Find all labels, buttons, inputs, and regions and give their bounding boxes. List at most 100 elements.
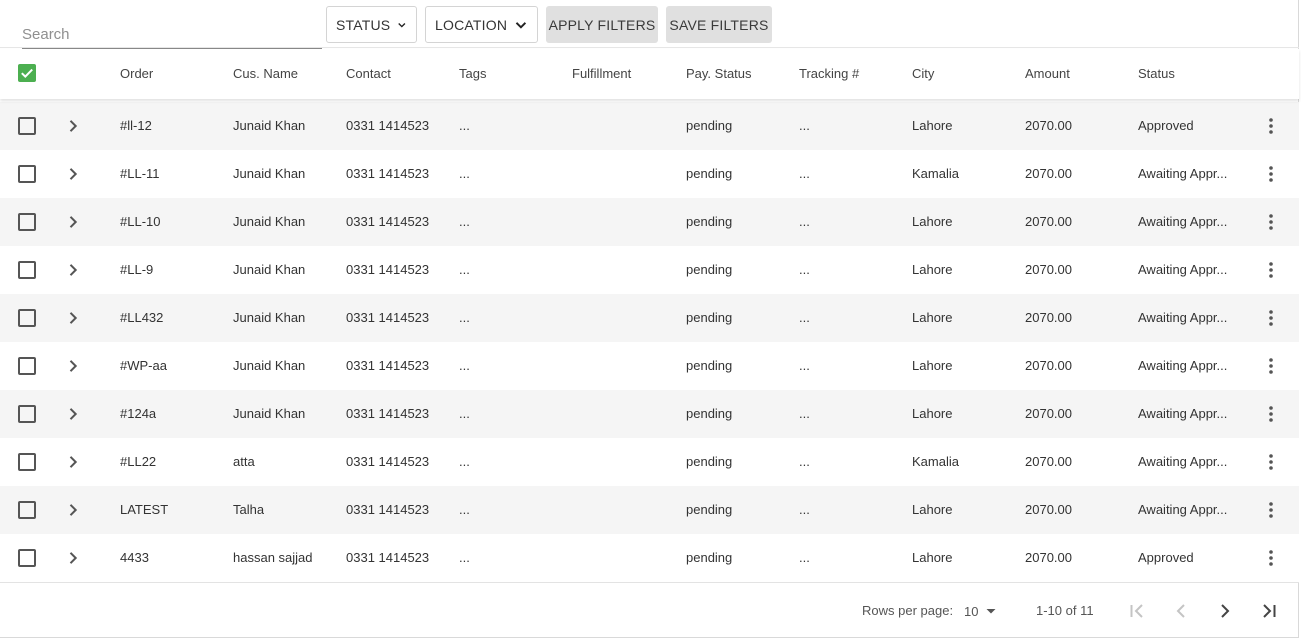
chevron-down-icon (515, 21, 527, 29)
customer-name: hassan sajjad (233, 550, 313, 565)
order-id[interactable]: #WP-aa (120, 342, 167, 390)
order-status: Awaiting Appr... (1138, 358, 1228, 373)
more-vert-icon[interactable] (1261, 308, 1281, 328)
status-filter-button[interactable]: STATUS (326, 6, 417, 43)
contact: 0331 1414523 (346, 310, 430, 325)
order-id[interactable]: #LL-10 (120, 198, 160, 246)
more-vert-icon[interactable] (1261, 116, 1281, 136)
contact: 0331 1414523 (346, 118, 430, 133)
more-vert-icon[interactable] (1261, 548, 1281, 568)
order-id[interactable]: #LL-9 (120, 246, 153, 294)
table-row[interactable]: #LL432 Junaid Khan 0331 1414523 ... pend… (0, 294, 1299, 342)
save-filters-button[interactable]: SAVE FILTERS (666, 6, 772, 43)
column-header-fulfillment[interactable]: Fulfillment (572, 49, 631, 99)
tags: ... (459, 406, 470, 421)
table-row[interactable]: #LL-10 Junaid Khan 0331 1414523 ... pend… (0, 198, 1299, 246)
more-vert-icon[interactable] (1261, 500, 1281, 520)
order-id[interactable]: #ll-12 (120, 102, 152, 150)
column-header-customer-name[interactable]: Cus. Name (233, 49, 298, 99)
apply-filters-button[interactable]: APPLY FILTERS (546, 6, 658, 43)
order-id[interactable]: #LL22 (120, 438, 156, 486)
column-header-city[interactable]: City (912, 49, 934, 99)
table-row[interactable]: LATEST Talha 0331 1414523 ... pending ..… (0, 486, 1299, 534)
tracking-number: ... (799, 550, 810, 565)
tracking-number: ... (799, 118, 810, 133)
more-vert-icon[interactable] (1261, 164, 1281, 184)
first-page-icon[interactable] (1127, 601, 1147, 621)
row-checkbox[interactable] (18, 309, 36, 327)
more-vert-icon[interactable] (1261, 452, 1281, 472)
chevron-right-icon[interactable] (65, 310, 81, 326)
row-checkbox[interactable] (18, 549, 36, 567)
column-header-payment-status[interactable]: Pay. Status (686, 49, 752, 99)
order-id[interactable]: 4433 (120, 534, 149, 582)
customer-name: Junaid Khan (233, 310, 306, 325)
chevron-right-icon[interactable] (65, 214, 81, 230)
location-filter-button[interactable]: LOCATION (425, 6, 538, 43)
tags: ... (459, 454, 470, 469)
pagination-range: 1-10 of 11 (1036, 603, 1094, 618)
tags: ... (459, 214, 470, 229)
table-row[interactable]: #WP-aa Junaid Khan 0331 1414523 ... pend… (0, 342, 1299, 390)
chevron-right-icon[interactable] (65, 358, 81, 374)
payment-status: pending (686, 166, 733, 181)
chevron-right-icon[interactable] (1215, 601, 1235, 621)
city: Lahore (912, 358, 953, 373)
customer-name: Junaid Khan (233, 214, 306, 229)
amount: 2070.00 (1025, 310, 1072, 325)
rows-per-page-select[interactable]: 10 (964, 601, 1000, 621)
table-row[interactable]: #LL-9 Junaid Khan 0331 1414523 ... pendi… (0, 246, 1299, 294)
chevron-right-icon[interactable] (65, 454, 81, 470)
row-checkbox[interactable] (18, 357, 36, 375)
row-checkbox[interactable] (18, 117, 36, 135)
tags: ... (459, 358, 470, 373)
table-row[interactable]: #LL22 atta 0331 1414523 ... pending ... … (0, 438, 1299, 486)
column-header-contact[interactable]: Contact (346, 49, 391, 99)
chevron-right-icon[interactable] (65, 118, 81, 134)
search-input[interactable] (22, 12, 322, 48)
payment-status: pending (686, 550, 733, 565)
chevron-right-icon[interactable] (65, 406, 81, 422)
row-checkbox[interactable] (18, 213, 36, 231)
more-vert-icon[interactable] (1261, 260, 1281, 280)
order-id[interactable]: LATEST (120, 486, 168, 534)
last-page-icon[interactable] (1259, 601, 1279, 621)
order-id[interactable]: #LL-11 (120, 150, 160, 198)
table-row[interactable]: #124a Junaid Khan 0331 1414523 ... pendi… (0, 390, 1299, 438)
table-row[interactable]: #LL-11 Junaid Khan 0331 1414523 ... pend… (0, 150, 1299, 198)
more-vert-icon[interactable] (1261, 212, 1281, 232)
contact: 0331 1414523 (346, 358, 430, 373)
city: Lahore (912, 262, 953, 277)
checkbox-checked-icon (21, 68, 33, 79)
amount: 2070.00 (1025, 406, 1072, 421)
column-header-order[interactable]: Order (120, 49, 153, 99)
city: Lahore (912, 550, 953, 565)
column-header-tracking[interactable]: Tracking # (799, 49, 859, 99)
chevron-right-icon[interactable] (65, 550, 81, 566)
amount: 2070.00 (1025, 118, 1072, 133)
chevron-right-icon[interactable] (65, 262, 81, 278)
row-checkbox[interactable] (18, 453, 36, 471)
table-row[interactable]: #ll-12 Junaid Khan 0331 1414523 ... pend… (0, 102, 1299, 150)
tags: ... (459, 166, 470, 181)
row-checkbox[interactable] (18, 165, 36, 183)
more-vert-icon[interactable] (1261, 356, 1281, 376)
chevron-right-icon[interactable] (65, 502, 81, 518)
select-all-checkbox[interactable] (18, 64, 36, 82)
table-header: Order Cus. Name Contact Tags Fulfillment… (0, 49, 1299, 99)
row-checkbox[interactable] (18, 405, 36, 423)
table-row[interactable]: 4433 hassan sajjad 0331 1414523 ... pend… (0, 534, 1299, 582)
column-header-status[interactable]: Status (1138, 49, 1175, 99)
column-header-amount[interactable]: Amount (1025, 49, 1070, 99)
row-checkbox[interactable] (18, 501, 36, 519)
chevron-down-icon (398, 22, 406, 28)
row-checkbox[interactable] (18, 261, 36, 279)
tracking-number: ... (799, 310, 810, 325)
tags: ... (459, 262, 470, 277)
order-id[interactable]: #124a (120, 390, 156, 438)
more-vert-icon[interactable] (1261, 404, 1281, 424)
chevron-left-icon[interactable] (1171, 601, 1191, 621)
column-header-tags[interactable]: Tags (459, 49, 486, 99)
chevron-right-icon[interactable] (65, 166, 81, 182)
order-id[interactable]: #LL432 (120, 294, 163, 342)
